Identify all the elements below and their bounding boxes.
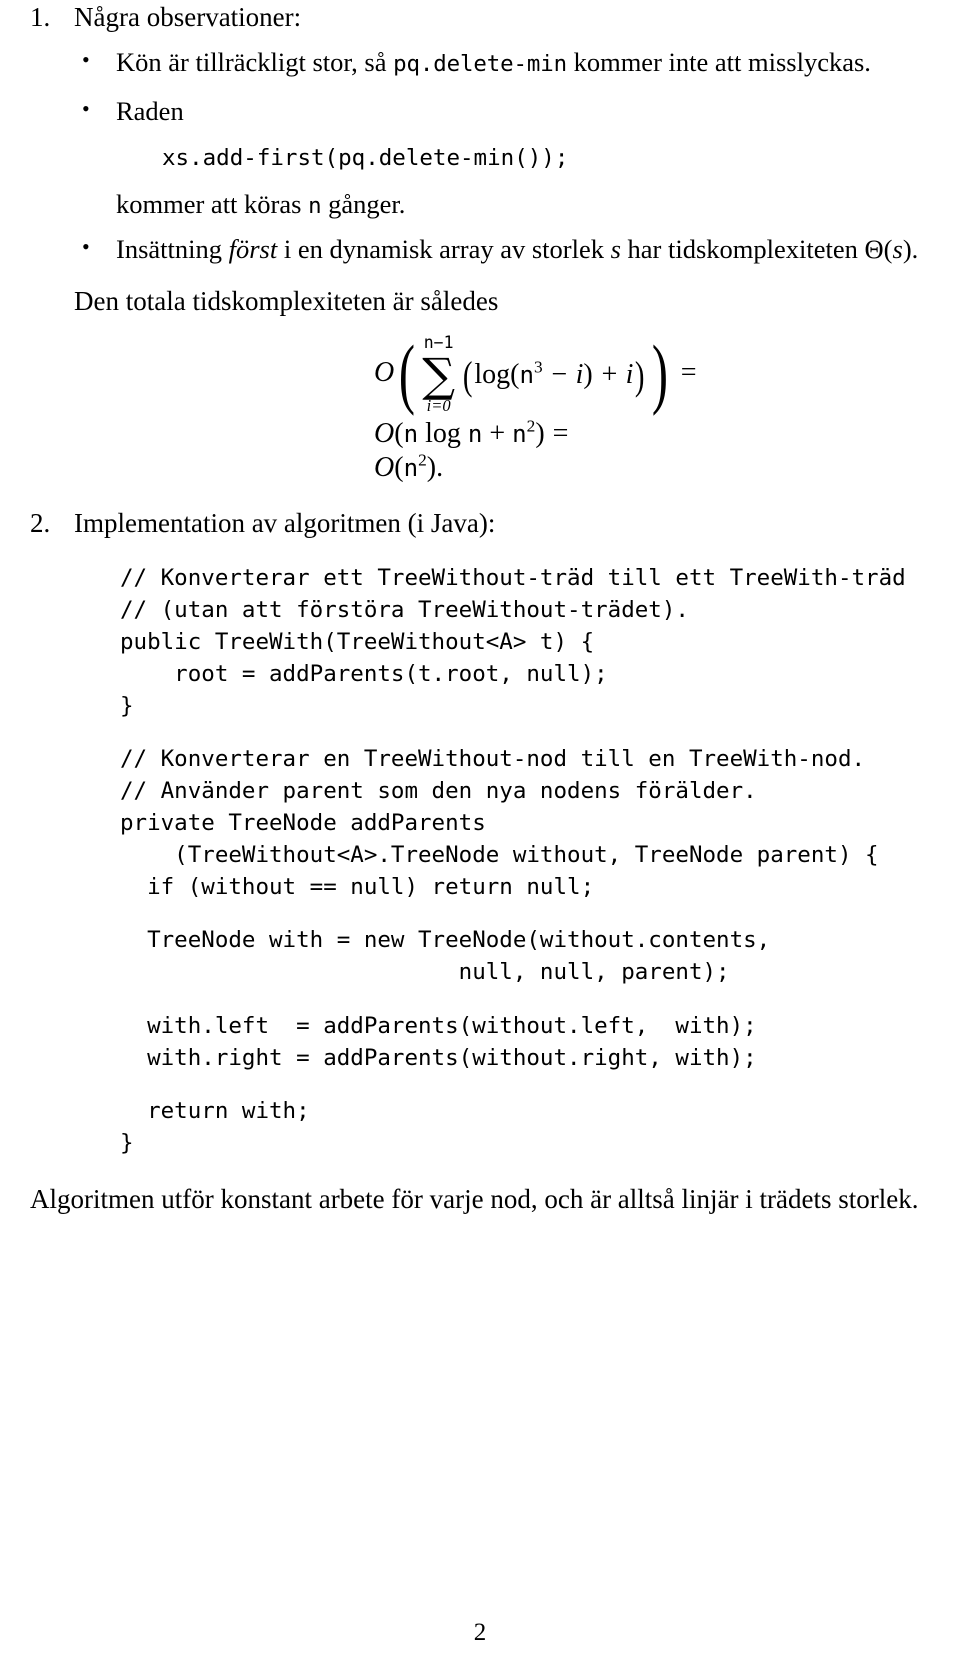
total-complexity-lead: Den totala tidskomplexiteten är således	[74, 286, 499, 317]
sum-lower-limit: i=0	[426, 395, 451, 415]
code-line: with.left = addParents(without.left, wit…	[120, 1012, 757, 1039]
math-var-n: n	[403, 420, 419, 449]
item-2-marker: 2.	[30, 508, 51, 539]
math-line-n-squared: O(n2).	[374, 450, 930, 484]
code-line: // Konverterar en TreeWithout-nod till e…	[120, 746, 866, 773]
code-line: }	[120, 693, 134, 720]
paren-close-period: ).	[426, 452, 444, 484]
bullet-item-insattning: • Insättning först i en dynamisk array a…	[74, 232, 930, 266]
bullet-2-tail: kommer att köras n gånger.	[116, 189, 406, 220]
inline-code-line-add-first: xs.add-first(pq.delete-min());	[162, 144, 569, 171]
bullet-item-raden: • Raden xs.add-first(pq.delete-min()); k…	[74, 94, 930, 222]
display-math-complexity: O(n−1 ∑ i=0 (log(n3 − i) + i)) = O(n log n +…	[74, 329, 930, 484]
code-line: private TreeNode addParents	[120, 810, 486, 837]
code-line: TreeNode with = new TreeNode(without.con…	[120, 927, 771, 954]
big-o-symbol: O	[374, 357, 395, 389]
paren-close-large: )	[651, 329, 668, 417]
sigma-with-limits: n−1 ∑ i=0	[422, 335, 455, 414]
bullet-item-queue-size: • Kön är tillräckligt stor, så pq.delete…	[74, 45, 930, 79]
inline-code-n: n	[308, 193, 322, 220]
exponent-2: 2	[418, 450, 427, 470]
inline-code-pq-delete-min: pq.delete-min	[393, 51, 567, 78]
bullet-3-text: Insättning först i en dynamisk array av …	[116, 233, 919, 264]
code-line: if (without == null) return null;	[120, 874, 595, 901]
log-operator: log	[418, 418, 468, 450]
numbered-item-1: 1. Några observationer: • Kön är tillräc…	[30, 0, 930, 482]
plus-i-term: + i	[592, 358, 634, 390]
closing-paragraph: Algoritmen utför konstant arbete för var…	[30, 1183, 919, 1214]
bullet-dot-icon: •	[82, 47, 90, 73]
paren-close-medium: )	[635, 352, 645, 398]
math-var-n: n	[403, 454, 419, 483]
item-2-heading: Implementation av algoritmen (i Java):	[74, 508, 496, 539]
math-var-n: n	[512, 420, 527, 449]
big-o-symbol: O	[374, 418, 395, 450]
equals-sign: =	[552, 418, 569, 450]
java-code-block: // Konverterar ett TreeWithout-träd till…	[120, 563, 930, 1160]
math-var-s: s	[892, 233, 903, 264]
paren-open-large: (	[399, 329, 416, 417]
bullet-2-lead: Raden	[116, 95, 184, 126]
paren-open: (	[394, 418, 404, 450]
code-line: // Konverterar ett TreeWithout-träd till…	[120, 565, 906, 592]
code-line: }	[120, 1129, 134, 1156]
bullet-1-text: Kön är tillräckligt stor, så pq.delete-m…	[116, 47, 871, 78]
plus-sign: +	[482, 418, 513, 450]
observations-bullet-list: • Kön är tillräckligt stor, så pq.delete…	[74, 45, 930, 266]
math-var-s: s	[610, 233, 621, 264]
log-operator: log(	[474, 358, 520, 390]
big-o-symbol: O	[374, 452, 395, 484]
numbered-item-2: 2. Implementation av algoritmen (i Java)…	[30, 506, 930, 1217]
paren-open: (	[394, 452, 404, 484]
math-line-summation: O(n−1 ∑ i=0 (log(n3 − i) + i)) =	[374, 329, 930, 417]
equals-sign: =	[680, 357, 697, 389]
code-line: // Använder parent som den nya nodens fö…	[120, 778, 757, 805]
code-line: with.right = addParents(without.right, w…	[120, 1044, 757, 1071]
bullet-dot-icon: •	[82, 233, 90, 259]
bullet-dot-icon: •	[82, 95, 90, 121]
paren-close-inner: )	[583, 358, 593, 390]
item-1-heading: Några observationer:	[74, 2, 302, 32]
code-line: root = addParents(t.root, null);	[120, 661, 608, 688]
code-line: // (utan att förstöra TreeWithout-trädet…	[120, 597, 689, 624]
emphasis-forst: först	[228, 233, 278, 264]
exponent-3: 3	[534, 357, 543, 377]
code-line: (TreeWithout<A>.TreeNode without, TreeNo…	[120, 842, 879, 869]
code-line: public TreeWith(TreeWithout<A> t) {	[120, 629, 595, 656]
paren-open-medium: (	[462, 352, 473, 398]
math-var-n: n	[519, 360, 535, 389]
document-page: 1. Några observationer: • Kön är tillräc…	[0, 0, 960, 1665]
summation-group: (n−1 ∑ i=0 (log(n3 − i) + i))	[394, 329, 672, 417]
code-line: null, null, parent);	[120, 959, 730, 986]
sigma-icon: ∑	[422, 347, 456, 402]
math-line-nlogn: O(n log n + n2) =	[374, 418, 930, 450]
item-1-marker: 1.	[30, 2, 51, 32]
code-line: return with;	[120, 1097, 310, 1124]
math-var-n: n	[467, 420, 483, 449]
paren-close: )	[535, 418, 545, 450]
page-number: 2	[473, 1619, 487, 1646]
summand-expression: (log(n3 − i) + i)	[461, 352, 647, 398]
minus-i-term: − i	[542, 358, 584, 390]
